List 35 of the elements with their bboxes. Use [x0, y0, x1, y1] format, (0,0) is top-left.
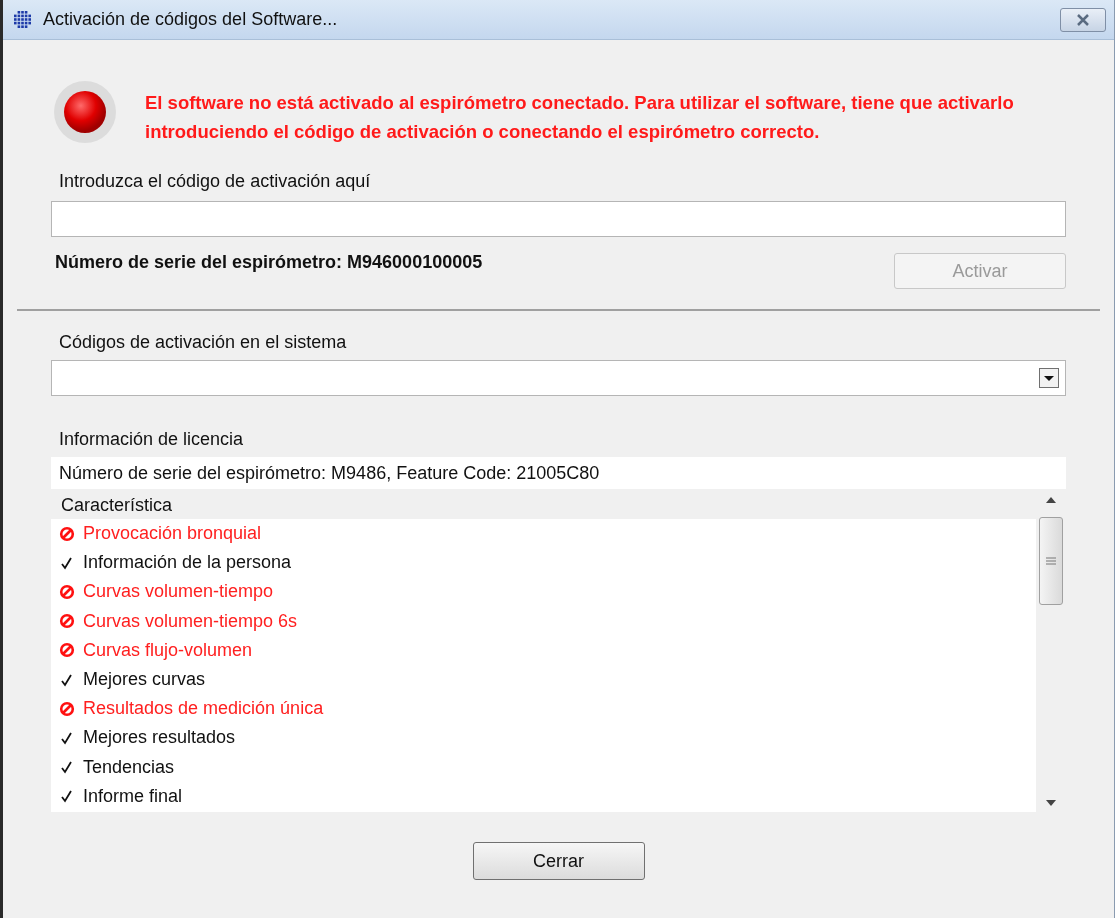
activation-codes-dropdown[interactable]: [51, 360, 1066, 396]
feature-row[interactable]: Información de la persona: [51, 548, 1036, 578]
grip-icon: [1046, 557, 1056, 565]
scroll-up-icon: [1046, 497, 1056, 503]
window-title: Activación de códigos del Software...: [43, 8, 338, 31]
feature-row[interactable]: Curvas volumen-tiempo: [51, 577, 1036, 607]
status-light-icon: [53, 80, 117, 144]
field-label: Introduzca el código de activación aquí: [58, 170, 372, 193]
scroll-down-icon: [1046, 800, 1056, 806]
check-icon: [59, 759, 75, 776]
warning-message: El software no está activado al espirómetro conectado. Para utilizar el software, tiene que activarlo introduciendo el código de activación o conectando el espirómetro correcto.: [144, 91, 1015, 144]
close-button[interactable]: [1060, 7, 1106, 32]
feature-row[interactable]: Mejores resultados: [51, 723, 1036, 753]
activation-code-field[interactable]: [51, 201, 1066, 237]
serial-number: Número de serie del espirómetro: M946000100005: [54, 251, 483, 274]
close-dialog-button[interactable]: Cerrar: [472, 842, 645, 880]
feature-row[interactable]: Curvas volumen-tiempo 6s: [51, 606, 1036, 636]
column-header: Característica: [51, 491, 1036, 519]
license-info: Número de serie del espirómetro: M9486, Feature Code: 21005C80: [51, 457, 1066, 489]
blocked-icon: [59, 700, 75, 717]
check-icon: [59, 788, 75, 805]
section-label: Información de licencia: [58, 428, 245, 451]
field-label: Códigos de activación en el sistema: [58, 331, 348, 354]
blocked-icon: [59, 525, 75, 542]
close-icon: [1076, 13, 1090, 26]
blocked-icon: [59, 583, 75, 600]
blocked-icon: [59, 613, 75, 630]
feature-row[interactable]: Resultados de medición única: [51, 694, 1036, 724]
blocked-icon: [59, 642, 75, 659]
feature-row[interactable]: Provocación bronquial: [51, 519, 1036, 549]
feature-row[interactable]: Curvas flujo-volumen: [51, 635, 1036, 665]
feature-row[interactable]: Informe final: [51, 781, 1036, 811]
feature-row[interactable]: Mejores curvas: [51, 664, 1036, 695]
feature-row[interactable]: Tendencias: [51, 752, 1036, 782]
scroll-thumb[interactable]: [1039, 517, 1063, 605]
